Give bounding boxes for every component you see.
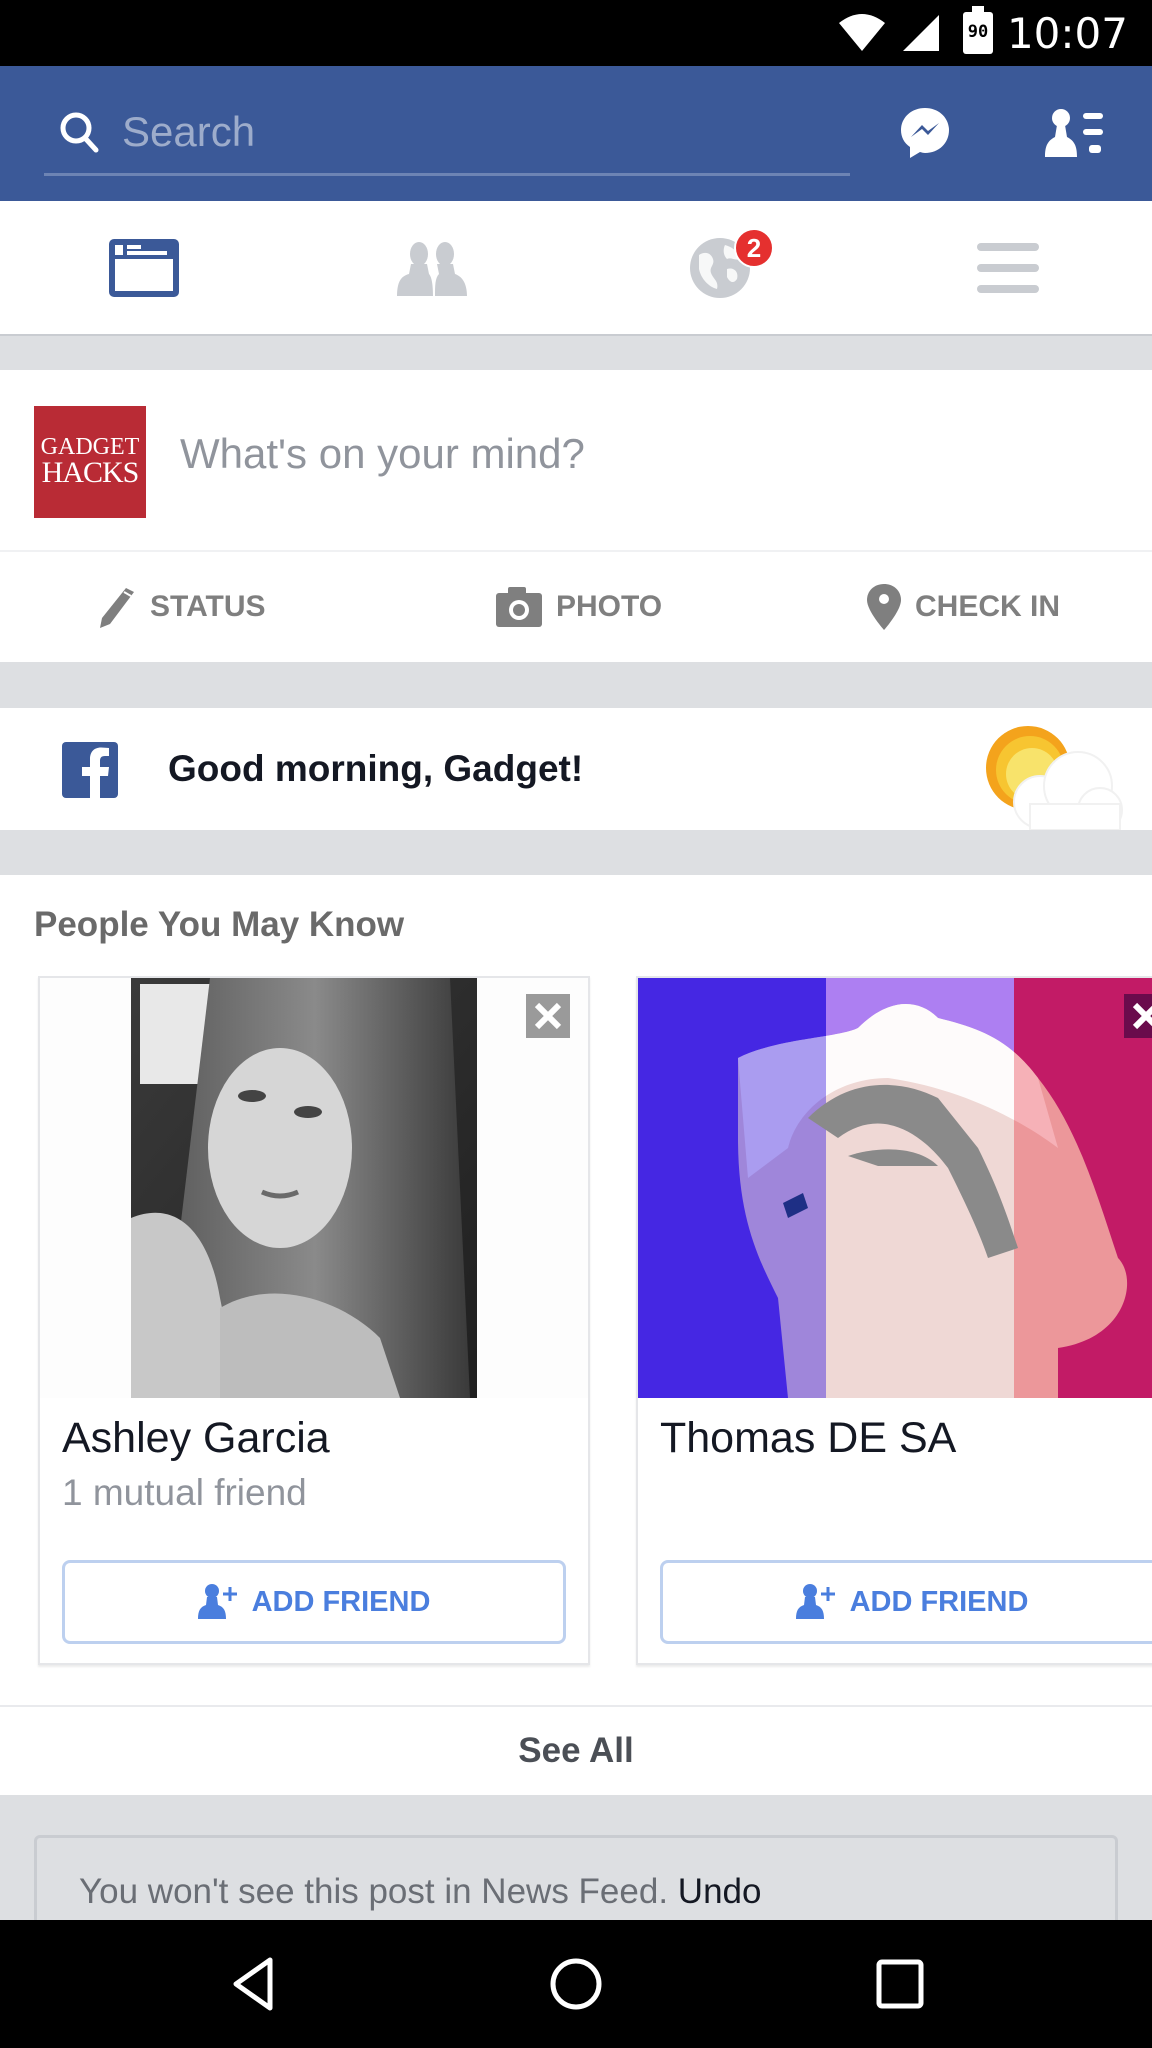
undo-link[interactable]: Undo	[678, 1872, 762, 1911]
composer-actions: STATUS PHOTO CHECK IN	[0, 550, 1152, 662]
hidden-post-text: You won't see this post in News Feed.	[79, 1872, 669, 1911]
add-friend-button[interactable]: ADD FRIEND	[660, 1560, 1152, 1644]
person-name[interactable]: Thomas DE SA	[660, 1414, 956, 1463]
profile-photo[interactable]	[40, 978, 588, 1398]
person-card[interactable]: Thomas DE SA ADD FRIEND	[636, 976, 1152, 1665]
greeting-text: Good morning, Gadget!	[168, 748, 584, 789]
friends-icon	[397, 241, 467, 296]
location-pin-icon	[867, 584, 901, 630]
close-icon	[534, 1002, 562, 1030]
messenger-button[interactable]	[894, 102, 956, 164]
facebook-logo-icon	[62, 742, 118, 798]
news-feed-icon	[109, 238, 179, 297]
clock: 10:07	[1006, 8, 1128, 58]
status-bar: 90 10:07	[0, 0, 1152, 66]
cell-signal-icon	[902, 15, 939, 51]
composer: GADGET HACKS What's on your mind? STATUS…	[0, 370, 1152, 662]
search-bar[interactable]	[44, 96, 850, 176]
tab-bar: 2	[0, 201, 1152, 336]
dismiss-button[interactable]	[526, 994, 570, 1038]
top-app-bar	[0, 66, 1152, 201]
greeting-card[interactable]: Good morning, Gadget!	[0, 708, 1152, 830]
profile-photo[interactable]	[638, 978, 1152, 1398]
hidden-post-message: You won't see this post in News Feed. Un…	[79, 1872, 761, 1912]
mutual-friends[interactable]: 1 mutual friend	[62, 1472, 307, 1514]
add-friend-icon	[795, 1584, 835, 1619]
home-icon	[550, 1958, 602, 2010]
person-card[interactable]: Ashley Garcia 1 mutual friend ADD FRIEND	[38, 976, 590, 1665]
check-in-button[interactable]: CHECK IN	[739, 552, 1152, 662]
photo-label: PHOTO	[555, 590, 663, 623]
recents-icon	[876, 1959, 924, 2009]
status-label: STATUS	[150, 590, 266, 623]
back-button[interactable]	[204, 1942, 304, 2026]
home-button[interactable]	[526, 1942, 626, 2026]
tab-notifications[interactable]: 2	[576, 201, 864, 334]
tab-more[interactable]	[864, 201, 1152, 334]
battery-icon: 90	[962, 6, 993, 54]
add-friend-label: ADD FRIEND	[849, 1585, 1029, 1618]
wifi-icon	[838, 14, 885, 51]
dismiss-button[interactable]	[1124, 994, 1152, 1038]
photo-button[interactable]: PHOTO	[419, 552, 740, 662]
check-in-label: CHECK IN	[915, 590, 1061, 623]
see-all-button[interactable]: See All	[0, 1705, 1152, 1795]
menu-icon	[977, 242, 1039, 293]
add-friend-icon	[197, 1584, 237, 1619]
pymk-title: People You May Know	[34, 905, 405, 944]
back-icon	[233, 1957, 273, 2011]
system-nav-bar	[0, 1920, 1152, 2048]
search-icon	[60, 112, 99, 153]
avatar-text-line2: HACKS	[41, 456, 140, 490]
messenger-icon	[901, 108, 949, 158]
friend-requests-icon	[1045, 109, 1103, 157]
composer-input[interactable]: What's on your mind?	[180, 430, 585, 478]
friend-requests-button[interactable]	[1044, 102, 1106, 164]
tab-friends[interactable]	[288, 201, 576, 334]
pencil-icon	[100, 588, 134, 628]
add-friend-label: ADD FRIEND	[251, 1585, 431, 1618]
battery-level: 90	[967, 22, 989, 42]
people-you-may-know: People You May Know Ashley Garcia 1 mutu…	[0, 875, 1152, 1705]
tab-news-feed[interactable]	[0, 201, 288, 334]
profile-avatar[interactable]: GADGET HACKS	[34, 406, 146, 518]
add-friend-button[interactable]: ADD FRIEND	[62, 1560, 566, 1644]
camera-icon	[495, 587, 542, 627]
recents-button[interactable]	[850, 1942, 950, 2026]
search-input[interactable]	[122, 102, 822, 162]
person-name[interactable]: Ashley Garcia	[62, 1414, 330, 1463]
status-button[interactable]: STATUS	[0, 552, 419, 662]
close-icon	[1132, 1002, 1152, 1030]
partly-sunny-icon	[986, 726, 1123, 830]
notification-badge: 2	[734, 228, 774, 268]
